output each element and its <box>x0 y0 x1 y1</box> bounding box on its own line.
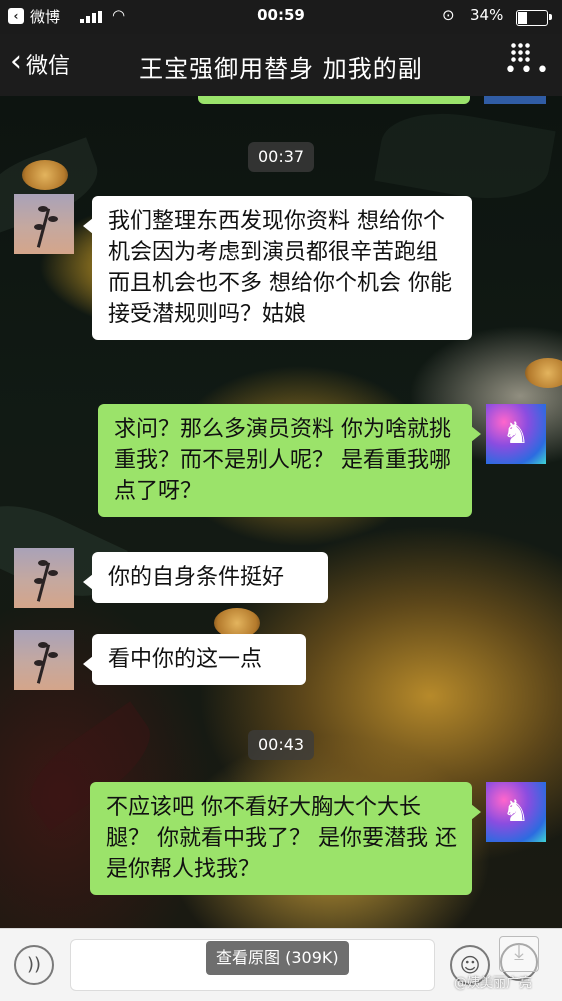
incoming-message-bubble[interactable]: 你的自身条件挺好 <box>83 552 328 603</box>
my-avatar[interactable]: ♞ <box>486 782 546 842</box>
rotation-lock-icon: ⊙ <box>442 6 455 24</box>
outgoing-message-bubble[interactable]: 不应该吧 你不看好大胸大个大长腿？ 你就看中我了？ 是你要潜我 还是你帮人找我？ <box>90 782 481 895</box>
chat-title: 王宝强御用替身 加我的副 <box>139 55 423 83</box>
my-avatar[interactable]: ♞ <box>486 404 546 464</box>
message-timestamp: 00:37 <box>248 142 315 172</box>
view-original-image-button[interactable]: 查看原图 (309K) <box>206 941 349 975</box>
status-bar: ‹ 微博 ◠ 00:59 ⊙ 34% <box>0 0 562 34</box>
watermark: @姨美丽广亮 <box>454 976 533 991</box>
contact-avatar[interactable] <box>14 548 74 608</box>
contact-avatar[interactable] <box>14 194 74 254</box>
previous-avatar-edge <box>484 96 546 104</box>
message-timestamp: 00:43 <box>248 730 315 760</box>
voice-input-button[interactable]: )) <box>14 945 54 985</box>
voice-icon: )) <box>26 954 42 975</box>
previous-outgoing-bubble-edge <box>198 96 470 104</box>
chat-info-button[interactable]: ••• <box>500 40 549 88</box>
nav-bar: ‹ 微信 王宝强御用替身 加我的副 ••• <box>0 34 562 96</box>
deer-icon: ♞ <box>502 794 530 829</box>
contact-avatar[interactable] <box>14 630 74 690</box>
incoming-message-bubble[interactable]: 看中你的这一点 <box>83 634 306 685</box>
more-dots-icon: ••• <box>504 58 552 83</box>
battery-icon <box>516 10 548 26</box>
incoming-message-bubble[interactable]: 我们整理东西发现你资料 想给你个机会因为考虑到演员都很辛苦跑组 而且机会也不多 … <box>83 196 472 340</box>
battery-percent: 34% <box>470 6 504 24</box>
deer-icon: ♞ <box>502 416 530 451</box>
outgoing-message-bubble[interactable]: 求问？那么多演员资料 你为啥就挑重我？而不是别人呢？ 是看重我哪点了呀？ <box>98 404 481 517</box>
download-icon[interactable]: ⤓ <box>499 936 539 972</box>
battery-tip <box>549 14 552 20</box>
